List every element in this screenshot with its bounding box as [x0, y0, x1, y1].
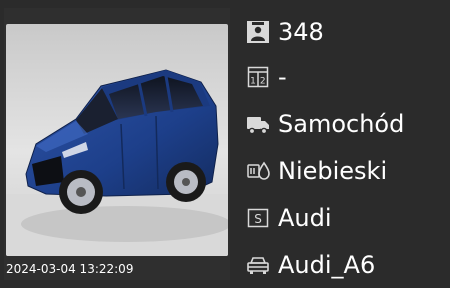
grid-12-icon: 1 2 — [246, 65, 270, 89]
info-row-brand: S Audi — [246, 198, 446, 238]
s-box-icon: S — [246, 206, 270, 230]
person-badge-icon — [246, 20, 270, 44]
vehicle-info-card: 2024-03-04 13:22:09 348 1 2 - Samochód N… — [0, 0, 450, 288]
info-row-type: Samochód — [246, 104, 446, 144]
type-value: Samochód — [278, 110, 405, 138]
svg-text:1: 1 — [250, 77, 256, 87]
vehicle-photo[interactable] — [6, 24, 228, 256]
info-row-model: Audi_A6 — [246, 245, 446, 285]
svg-text:S: S — [254, 212, 262, 226]
lane-value: - — [278, 63, 287, 91]
info-row-color: Niebieski — [246, 151, 446, 191]
id-value: 348 — [278, 18, 324, 46]
brand-value: Audi — [278, 204, 332, 232]
vehicle-image — [6, 24, 228, 256]
color-drop-icon — [246, 159, 270, 183]
color-value: Niebieski — [278, 157, 388, 185]
model-value: Audi_A6 — [278, 251, 376, 279]
info-row-lane: 1 2 - — [246, 57, 446, 97]
car-icon — [246, 253, 270, 277]
info-row-id: 348 — [246, 12, 446, 52]
vehicle-info-list: 348 1 2 - Samochód Niebieski S Audi Audi… — [246, 12, 446, 282]
svg-text:2: 2 — [260, 77, 266, 87]
truck-icon — [246, 112, 270, 136]
timestamp-label: 2024-03-04 13:22:09 — [6, 262, 134, 276]
camera-panel: 2024-03-04 13:22:09 — [4, 8, 230, 280]
